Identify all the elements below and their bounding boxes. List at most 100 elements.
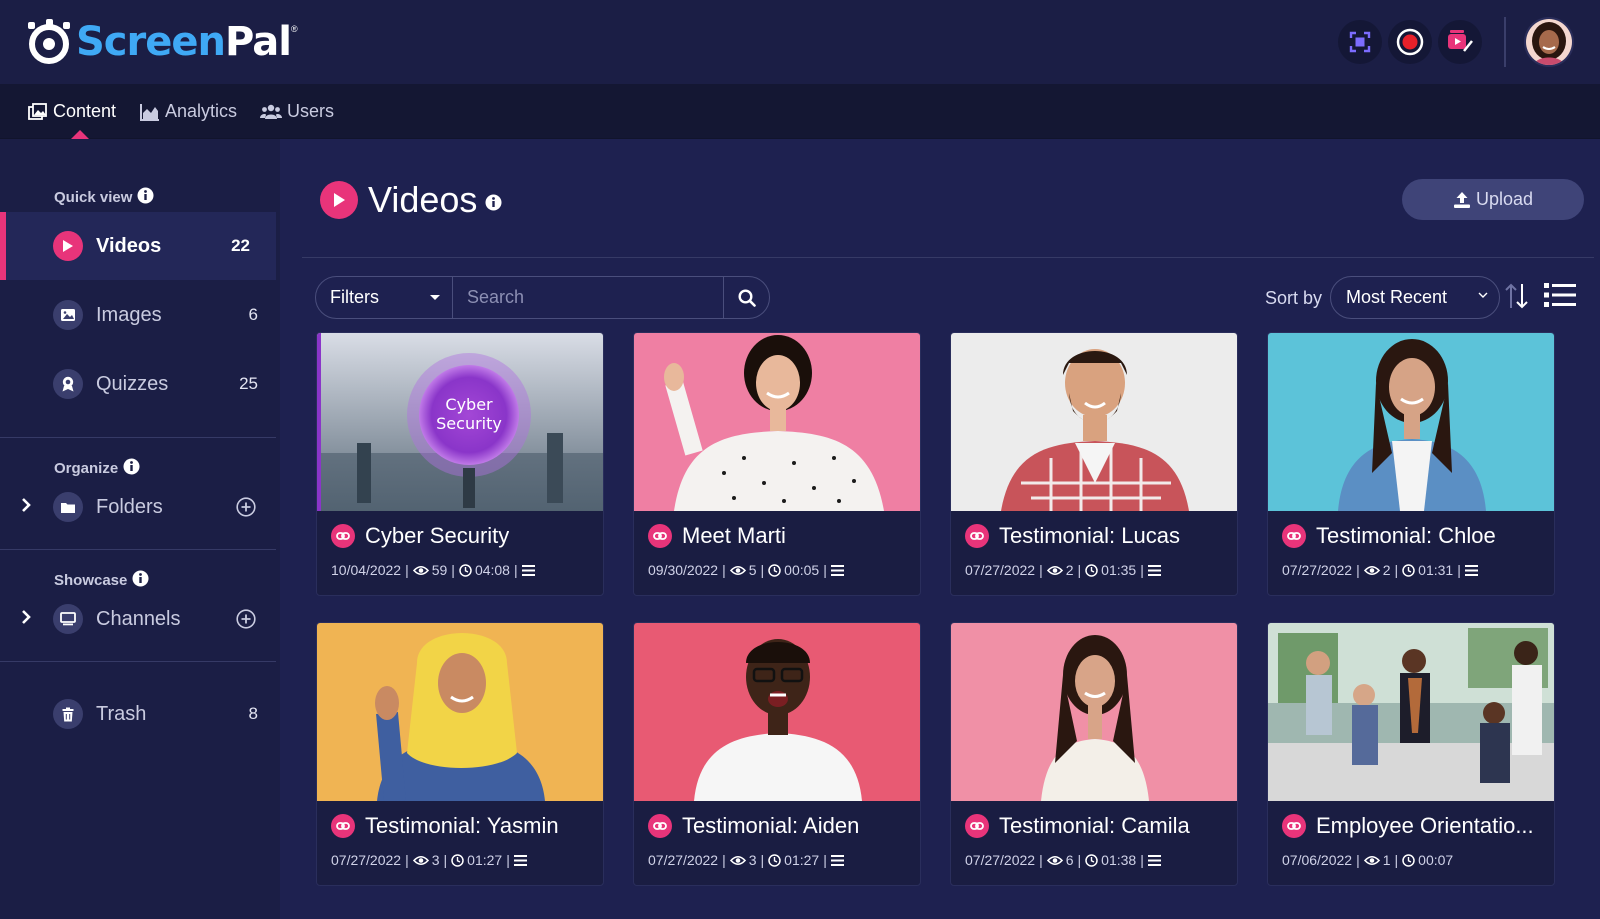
video-meta: 07/27/2022 | 2 | 01:31 | — [1282, 562, 1481, 578]
video-editor-button[interactable] — [1438, 20, 1482, 64]
eye-icon — [729, 565, 746, 575]
list-lines-icon[interactable] — [1147, 564, 1161, 576]
video-title[interactable]: Cyber Security — [365, 523, 509, 549]
filter-search-bar: Filters — [315, 276, 770, 319]
clock-icon — [1402, 563, 1415, 577]
sidebar-item-count: 22 — [231, 236, 250, 255]
list-lines-icon[interactable] — [1147, 854, 1161, 866]
video-title[interactable]: Testimonial: Aiden — [682, 813, 859, 839]
list-lines-icon[interactable] — [521, 564, 535, 576]
upload-icon — [1453, 191, 1471, 209]
screenshot-button[interactable] — [1338, 20, 1382, 64]
video-title[interactable]: Testimonial: Lucas — [999, 523, 1180, 549]
quick-view-heading: Quick view — [54, 187, 154, 208]
video-date: 07/27/2022 — [1282, 562, 1353, 578]
user-avatar[interactable] — [1524, 17, 1574, 67]
video-title[interactable]: Testimonial: Yasmin — [365, 813, 559, 839]
link-icon — [331, 524, 355, 548]
filters-dropdown[interactable]: Filters — [316, 277, 453, 318]
add-channel-icon[interactable] — [236, 609, 256, 629]
video-views: 1 — [1382, 852, 1391, 868]
video-card[interactable]: Testimonial: Camila 07/27/2022 | 6 | 01:38… — [950, 622, 1238, 886]
upload-button[interactable]: Upload — [1402, 179, 1584, 220]
main-content: Videos Upload Filters Sort by Most Recen… — [280, 139, 1600, 919]
list-lines-icon[interactable] — [1464, 564, 1478, 576]
video-card[interactable]: Testimonial: Aiden 07/27/2022 | 3 | 01:27 | — [633, 622, 921, 886]
video-card[interactable]: Testimonial: Yasmin 07/27/2022 | 3 | 01:27… — [316, 622, 604, 886]
video-thumbnail[interactable] — [634, 333, 920, 511]
video-duration: 01:27 — [467, 852, 503, 868]
top-nav: Content Analytics Users — [0, 84, 1600, 139]
sort-direction-button[interactable] — [1504, 282, 1530, 315]
video-card[interactable]: Testimonial: Chloe 07/27/2022 | 2 | 01:31 | — [1267, 332, 1555, 596]
list-lines-icon[interactable] — [513, 854, 527, 866]
eye-icon — [1363, 565, 1380, 575]
sidebar-item-label: Quizzes — [96, 372, 169, 395]
chevron-right-icon[interactable] — [21, 497, 31, 517]
list-lines-icon[interactable] — [830, 564, 844, 576]
sort-arrows-icon — [1505, 283, 1528, 309]
sidebar-item-quizzes[interactable]: Quizzes 25 — [0, 350, 280, 418]
screenpal-logo[interactable]: ScreenPal ® — [26, 18, 298, 66]
thumbnail-text: Security — [436, 414, 502, 433]
logo-text-screen: Screen — [76, 19, 226, 65]
video-views: 2 — [1065, 562, 1074, 578]
video-date: 09/30/2022 — [648, 562, 719, 578]
chevron-right-icon[interactable] — [21, 609, 31, 629]
video-meta: 07/27/2022 | 3 | 01:27 | — [331, 852, 530, 868]
video-card[interactable]: Employee Orientatio... 07/06/2022 | 1 | 00… — [1267, 622, 1555, 886]
nav-tab-users[interactable]: Users — [260, 101, 334, 122]
clock-icon — [1085, 853, 1098, 867]
video-title[interactable]: Testimonial: Chloe — [1316, 523, 1496, 549]
video-title[interactable]: Meet Marti — [682, 523, 786, 549]
video-date: 07/27/2022 — [331, 852, 402, 868]
video-views: 2 — [1382, 562, 1391, 578]
add-folder-icon[interactable] — [236, 497, 256, 517]
sidebar-item-channels[interactable]: Channels — [0, 585, 280, 653]
list-icon — [1544, 283, 1576, 307]
search-input[interactable] — [453, 277, 723, 318]
link-icon — [1282, 814, 1306, 838]
active-tab-indicator — [71, 130, 89, 139]
sort-select[interactable]: Most Recent — [1330, 276, 1500, 319]
title-divider — [302, 257, 1594, 258]
video-card[interactable]: Cyber Security Cyber Security 10/04/2022… — [316, 332, 604, 596]
list-lines-icon[interactable] — [830, 854, 844, 866]
search-button[interactable] — [723, 277, 769, 318]
video-duration: 01:27 — [784, 852, 820, 868]
clock-icon — [1085, 563, 1098, 577]
upload-label: Upload — [1475, 189, 1534, 209]
video-card[interactable]: Meet Marti 09/30/2022 | 5 | 00:05 | — [633, 332, 921, 596]
video-thumbnail[interactable] — [317, 623, 603, 801]
info-icon[interactable] — [485, 194, 502, 216]
video-views: 3 — [748, 852, 757, 868]
nav-tab-analytics[interactable]: Analytics — [140, 101, 237, 122]
video-duration: 01:35 — [1101, 562, 1137, 578]
sidebar-item-videos[interactable]: Videos 22 — [0, 212, 276, 280]
info-icon[interactable] — [137, 187, 154, 208]
sidebar-item-trash[interactable]: Trash 8 — [0, 680, 280, 748]
eye-icon — [729, 855, 746, 865]
sidebar-item-folders[interactable]: Folders — [0, 473, 280, 541]
filters-label: Filters — [330, 287, 379, 307]
sidebar-item-images[interactable]: Images 6 — [0, 281, 280, 349]
video-thumbnail[interactable]: Cyber Security — [317, 333, 603, 511]
video-duration: 01:38 — [1101, 852, 1137, 868]
link-icon — [1282, 524, 1306, 548]
video-card[interactable]: Testimonial: Lucas 07/27/2022 | 2 | 01:35 | — [950, 332, 1238, 596]
video-thumbnail[interactable] — [951, 623, 1237, 801]
clock-icon — [451, 853, 464, 867]
eye-icon — [412, 855, 429, 865]
video-duration: 01:31 — [1418, 562, 1454, 578]
video-thumbnail[interactable] — [1268, 333, 1554, 511]
video-title[interactable]: Testimonial: Camila — [999, 813, 1190, 839]
record-button[interactable] — [1388, 20, 1432, 64]
video-thumbnail[interactable] — [634, 623, 920, 801]
video-date: 07/27/2022 — [648, 852, 719, 868]
video-thumbnail[interactable] — [1268, 623, 1554, 801]
list-view-button[interactable] — [1544, 282, 1576, 313]
video-title[interactable]: Employee Orientatio... — [1316, 813, 1534, 839]
video-duration: 00:05 — [784, 562, 820, 578]
nav-tab-content[interactable]: Content — [28, 101, 116, 122]
video-thumbnail[interactable] — [951, 333, 1237, 511]
